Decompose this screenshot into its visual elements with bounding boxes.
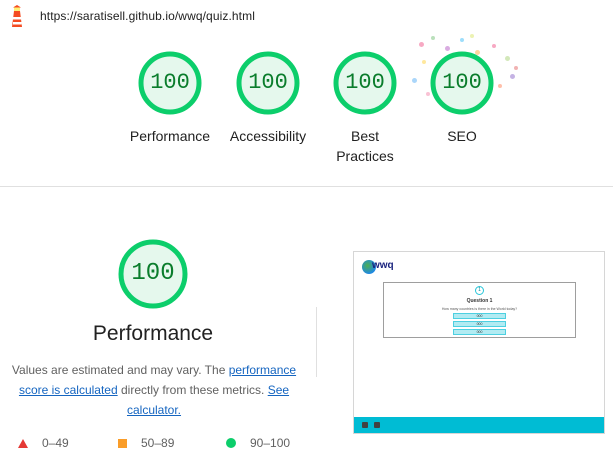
legend-average: 50–89 xyxy=(118,436,174,450)
final-screenshot[interactable]: wwq 1 Question 1 How many countries is t… xyxy=(353,251,605,434)
desc-text: directly from these metrics. xyxy=(117,383,268,397)
lighthouse-icon xyxy=(12,5,22,27)
score-value: 100 xyxy=(248,70,288,95)
score-value: 100 xyxy=(150,70,190,95)
score-gauge-best-practices[interactable]: 100 xyxy=(332,50,398,116)
score-label-accessibility: Accessibility xyxy=(229,128,307,144)
desc-text: Values are estimated and may vary. The xyxy=(11,363,229,377)
section-divider xyxy=(0,186,613,187)
triangle-icon xyxy=(18,438,28,448)
answer-option: 000 xyxy=(453,321,506,327)
vertical-divider xyxy=(316,307,317,377)
score-label-best-practices: Best Practices xyxy=(310,126,420,166)
question-badge: 1 xyxy=(475,286,484,295)
top-bar: https://saratisell.github.io/wwq/quiz.ht… xyxy=(0,0,613,34)
performance-gauge-large: 100 xyxy=(117,238,189,310)
score-label-performance: Performance xyxy=(129,128,211,144)
score-gauge-performance[interactable]: 100 xyxy=(137,50,203,116)
performance-title: Performance xyxy=(92,322,214,345)
circle-icon xyxy=(226,438,236,448)
footer-icon xyxy=(374,422,380,428)
footer-icon xyxy=(362,422,368,428)
label-line: Practices xyxy=(336,148,394,164)
wwq-logo: wwq xyxy=(362,260,398,274)
question-title: Question 1 xyxy=(466,298,493,304)
score-value: 100 xyxy=(442,70,482,95)
legend-range: 0–49 xyxy=(42,436,69,450)
answer-option: 000 xyxy=(453,329,506,335)
score-label-seo: SEO xyxy=(447,128,477,144)
answer-option: 000 xyxy=(453,313,506,319)
legend-range: 50–89 xyxy=(141,436,175,450)
square-icon xyxy=(118,438,127,448)
label-line: Best xyxy=(350,128,379,144)
performance-score: 100 xyxy=(131,260,175,287)
question-card: 1 Question 1 How many countries is there… xyxy=(383,282,576,338)
score-gauge-accessibility[interactable]: 100 xyxy=(235,50,301,116)
question-text: How many countries is there in the World… xyxy=(441,307,518,311)
page-footer xyxy=(354,417,604,433)
performance-description: Values are estimated and may vary. The p… xyxy=(6,360,302,420)
legend-pass: 90–100 xyxy=(226,436,290,450)
logo-text: wwq xyxy=(372,260,394,271)
score-value: 100 xyxy=(345,70,385,95)
score-gauge-seo[interactable]: 100 xyxy=(429,50,495,116)
legend-range: 90–100 xyxy=(250,436,291,450)
legend-fail: 0–49 xyxy=(18,436,69,450)
report-url[interactable]: https://saratisell.github.io/wwq/quiz.ht… xyxy=(40,9,255,23)
